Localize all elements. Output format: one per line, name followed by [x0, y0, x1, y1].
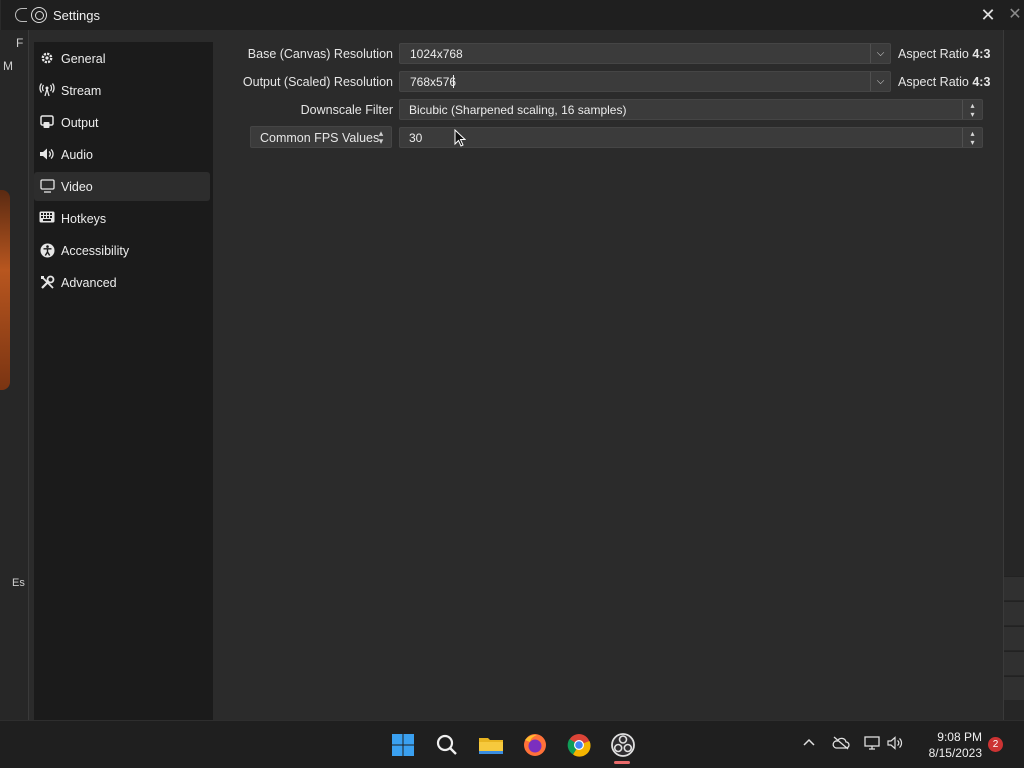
chevron-down-icon[interactable]: ⌵ — [870, 44, 890, 63]
sidebar-item-advanced[interactable]: Advanced — [34, 268, 210, 297]
monitor-icon — [39, 178, 55, 195]
onedrive-offline-icon[interactable] — [832, 736, 850, 753]
fps-type-value: Common FPS Values — [260, 131, 380, 145]
gear-icon — [39, 51, 55, 67]
clock-time: 9:08 PM — [937, 730, 982, 744]
network-icon[interactable] — [864, 735, 882, 754]
background-dock-letter: Es — [12, 577, 25, 589]
updown-arrows-icon[interactable]: ▴ ▾ — [373, 129, 389, 146]
base-resolution-label: Base (Canvas) Resolution — [247, 47, 393, 61]
base-aspect-ratio: Aspect Ratio 4:3 — [898, 47, 990, 61]
settings-sidebar: General Stream Output Audio Video Hotkey… — [34, 42, 213, 720]
background-obs-logo-icon — [15, 8, 27, 22]
sidebar-item-label: Advanced — [61, 275, 117, 290]
aspect-ratio-value: 4:3 — [972, 75, 991, 89]
aspect-ratio-label: Aspect Ratio — [898, 47, 973, 61]
chevron-up-icon[interactable] — [802, 736, 816, 753]
downscale-filter-select[interactable]: Bicubic (Sharpened scaling, 16 samples) … — [399, 99, 983, 120]
notification-badge[interactable]: 2 — [988, 737, 1003, 752]
output-resolution-label: Output (Scaled) Resolution — [242, 75, 393, 89]
settings-window: Settings ✕ ✕ General Stream Output Audio… — [1, 0, 1024, 720]
title-bar[interactable]: Settings ✕ ✕ — [1, 0, 1024, 30]
sidebar-item-label: Video — [61, 179, 93, 194]
tools-icon — [39, 275, 55, 291]
file-explorer-icon[interactable] — [477, 731, 505, 759]
obs-icon[interactable] — [609, 731, 637, 759]
chrome-icon[interactable] — [565, 731, 593, 759]
sidebar-item-label: Output — [61, 115, 99, 130]
taskbar: 9:08 PM 8/15/2023 2 — [0, 720, 1024, 768]
keyboard-icon — [39, 211, 55, 227]
volume-icon[interactable] — [887, 735, 905, 754]
search-icon[interactable] — [433, 731, 461, 759]
aspect-ratio-value: 4:3 — [972, 47, 991, 61]
fps-value-select[interactable]: 30 ▴ ▾ — [399, 127, 983, 148]
accessibility-icon — [39, 243, 55, 259]
aspect-ratio-label: Aspect Ratio — [898, 75, 973, 89]
sidebar-item-label: General — [61, 51, 106, 66]
background-menu-letter: M — [3, 59, 13, 73]
sidebar-item-hotkeys[interactable]: Hotkeys — [34, 204, 210, 233]
sidebar-item-video[interactable]: Video — [34, 172, 210, 201]
speaker-icon — [39, 147, 55, 163]
sidebar-item-accessibility[interactable]: Accessibility — [34, 236, 210, 265]
updown-arrows-icon[interactable]: ▴ ▾ — [962, 128, 982, 147]
sidebar-item-label: Stream — [61, 83, 102, 98]
sidebar-item-label: Accessibility — [61, 243, 130, 258]
updown-arrows-icon[interactable]: ▴ ▾ — [962, 100, 982, 119]
fps-type-select[interactable]: Common FPS Values ▴ ▾ — [250, 126, 392, 148]
sidebar-item-label: Hotkeys — [61, 211, 107, 226]
active-app-indicator — [614, 761, 630, 764]
firefox-icon[interactable] — [521, 731, 549, 759]
chevron-down-icon[interactable]: ⌵ — [870, 72, 890, 91]
fps-value: 30 — [409, 131, 423, 145]
broadcast-icon — [39, 82, 55, 99]
downscale-filter-value: Bicubic (Sharpened scaling, 16 samples) — [409, 103, 627, 117]
output-aspect-ratio: Aspect Ratio 4:3 — [898, 75, 990, 89]
background-menu-letter: F — [16, 36, 24, 50]
base-resolution-combo[interactable]: 1024x768 ⌵ — [399, 43, 891, 64]
text-caret — [453, 75, 454, 88]
base-resolution-value: 1024x768 — [410, 47, 463, 61]
close-button[interactable]: ✕ — [977, 4, 999, 26]
sidebar-item-audio[interactable]: Audio — [34, 140, 210, 169]
output-resolution-value[interactable]: 768x576 — [410, 75, 456, 89]
background-close-icon: ✕ — [1008, 6, 1022, 23]
output-icon — [39, 114, 55, 131]
sidebar-item-general[interactable]: General — [34, 44, 210, 73]
window-title: Settings — [53, 8, 100, 23]
sidebar-item-stream[interactable]: Stream — [34, 76, 210, 105]
sidebar-item-label: Audio — [61, 147, 93, 162]
system-clock[interactable]: 9:08 PM 8/15/2023 — [912, 729, 982, 761]
output-resolution-combo[interactable]: 768x576 ⌵ — [399, 71, 891, 92]
background-preview-edge — [0, 190, 10, 390]
obs-logo-icon — [31, 7, 47, 23]
start-icon[interactable] — [389, 731, 417, 759]
sidebar-item-output[interactable]: Output — [34, 108, 210, 137]
downscale-filter-label: Downscale Filter — [300, 103, 393, 117]
clock-date: 8/15/2023 — [928, 746, 982, 760]
